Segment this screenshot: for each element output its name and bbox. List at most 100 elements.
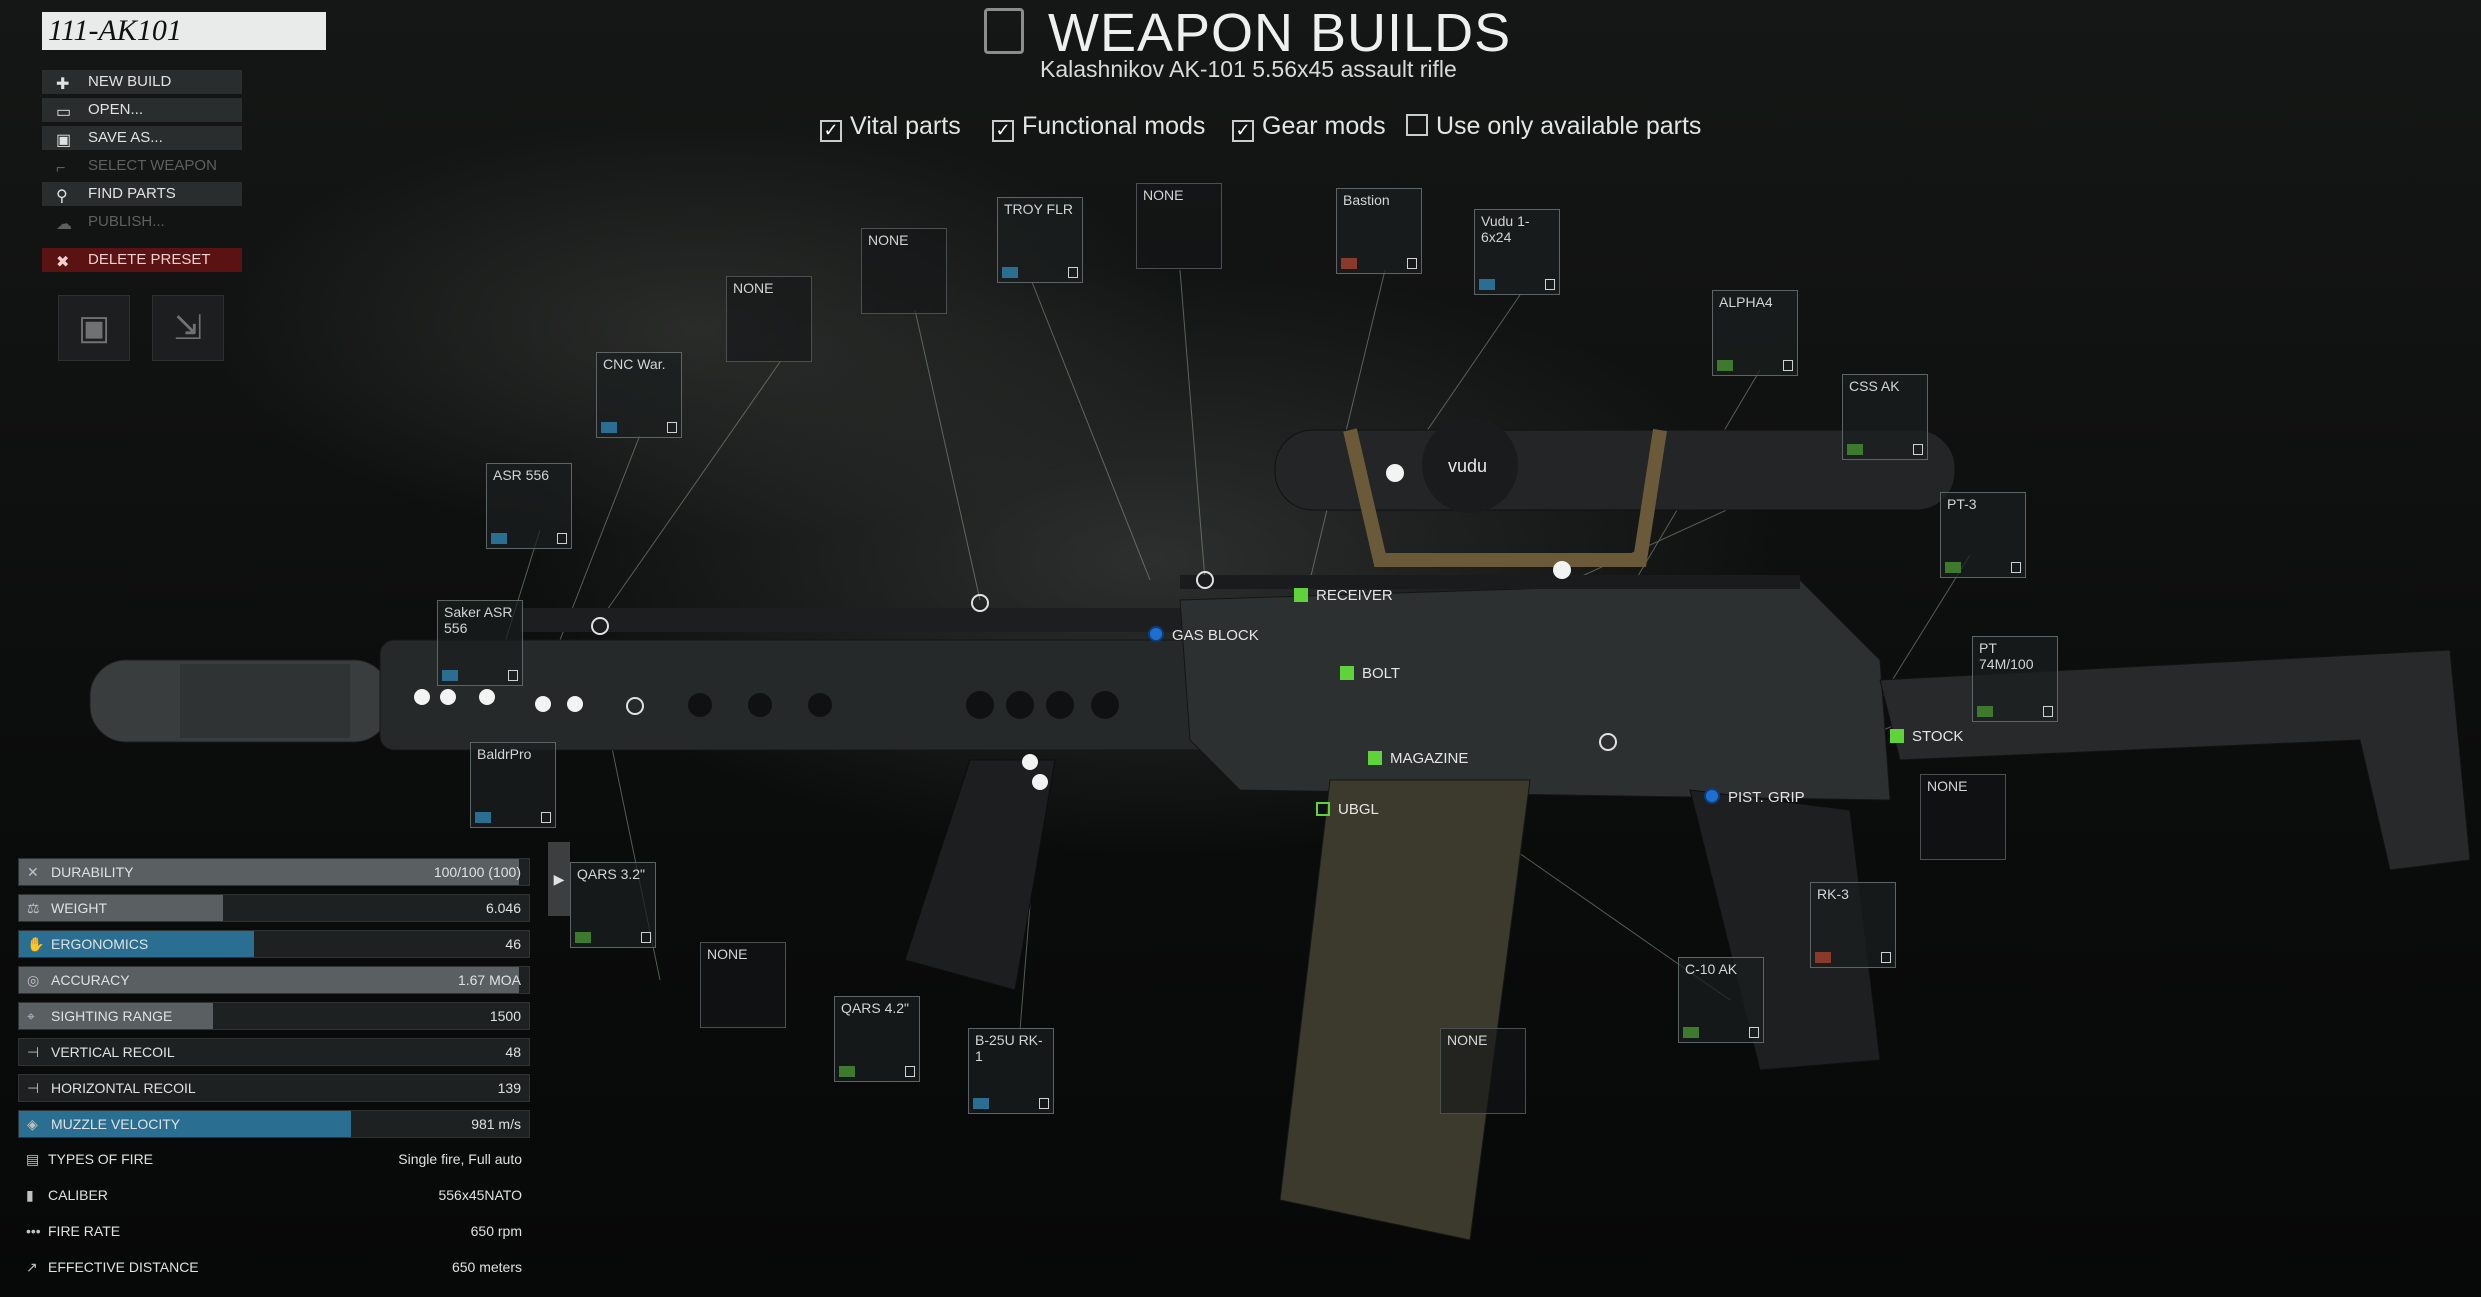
category-tag-icon xyxy=(1815,952,1831,963)
stat-accuracy: ◎ ACCURACY 1.67 MOA xyxy=(18,966,530,994)
slot-empty[interactable]: NONE xyxy=(1136,183,1222,269)
mount-label-ubgl[interactable]: UBGL xyxy=(1316,801,1379,818)
target-icon: ◎ xyxy=(27,972,40,988)
slot-empty[interactable]: NONE xyxy=(726,276,812,362)
slot-lock-icon xyxy=(1068,267,1078,278)
receiver-shape xyxy=(1179,579,1891,801)
category-tag-icon xyxy=(1341,258,1357,269)
slot-lock-icon xyxy=(1783,360,1793,371)
category-tag-icon xyxy=(973,1098,989,1109)
category-tag-icon xyxy=(1717,360,1733,371)
category-tag-icon xyxy=(1002,267,1018,278)
fire-rate-icon: ••• xyxy=(26,1223,41,1239)
category-tag-icon xyxy=(1945,562,1961,573)
recoil-icon: ⊣ xyxy=(27,1080,40,1096)
mount-point-icon xyxy=(1340,666,1354,680)
mount-point-icon xyxy=(1316,802,1330,816)
category-tag-icon xyxy=(442,670,458,681)
fire-mode-icon: ▤ xyxy=(26,1151,40,1167)
category-tag-icon xyxy=(601,422,617,433)
slot-alpha4[interactable]: ALPHA4 xyxy=(1712,290,1798,376)
recoil-icon: ⊣ xyxy=(27,1044,40,1060)
stat-caliber: ▮ CALIBER 556x45NATO xyxy=(18,1182,530,1210)
stat-weight: ⚖ WEIGHT 6.046 xyxy=(18,894,530,922)
stat-bar xyxy=(19,895,223,921)
slot-rk-3[interactable]: RK-3 xyxy=(1810,882,1896,968)
mount-label-magazine[interactable]: MAGAZINE xyxy=(1368,750,1468,767)
slot-empty[interactable]: NONE xyxy=(700,942,786,1028)
slot-lock-icon xyxy=(1407,258,1417,269)
mount-label-stock[interactable]: STOCK xyxy=(1890,728,1963,745)
mount-point-icon xyxy=(1368,751,1382,765)
magazine-shape xyxy=(1279,779,1531,1241)
crosshair-icon: ⌖ xyxy=(27,1008,35,1024)
slot-empty[interactable]: NONE xyxy=(1920,774,2006,860)
slot-c-10-ak[interactable]: C-10 AK xyxy=(1678,957,1764,1043)
slot-lock-icon xyxy=(557,533,567,544)
wrench-icon: ✕ xyxy=(27,864,39,880)
category-tag-icon xyxy=(1977,706,1993,717)
mount-label-receiver[interactable]: RECEIVER xyxy=(1294,587,1393,604)
chevron-right-icon: ▶ xyxy=(553,871,565,887)
category-tag-icon xyxy=(1479,279,1495,290)
stat-sighting-range: ⌖ SIGHTING RANGE 1500 xyxy=(18,1002,530,1030)
slot-mount-bastion[interactable]: Bastion xyxy=(1336,188,1422,274)
slot-b-25u-rk-1[interactable]: B-25U RK-1 xyxy=(968,1028,1054,1114)
distance-icon: ↗ xyxy=(26,1259,38,1275)
slot-lock-icon xyxy=(1039,1098,1049,1109)
slot-lock-icon xyxy=(1545,279,1555,290)
slot-tactical-troy-flr[interactable]: TROY FLR xyxy=(997,197,1083,283)
mount-label-bolt[interactable]: BOLT xyxy=(1340,665,1400,682)
mount-point-icon xyxy=(1294,588,1308,602)
slot-lock-icon xyxy=(2011,562,2021,573)
slot-lock-icon xyxy=(1913,444,1923,455)
velocity-icon: ◈ xyxy=(27,1116,38,1132)
stat-durability: ✕ DURABILITY 100/100 (100) xyxy=(18,858,530,886)
slot-css-ak[interactable]: CSS AK xyxy=(1842,374,1928,460)
mount-point-icon xyxy=(1890,729,1904,743)
slot-empty[interactable]: NONE xyxy=(861,228,947,314)
category-tag-icon xyxy=(475,812,491,823)
slot-lock-icon xyxy=(905,1066,915,1077)
foregrip-shape xyxy=(904,759,1056,991)
stat-horizontal-recoil: ⊣ HORIZONTAL RECOIL 139 xyxy=(18,1074,530,1102)
slot-lock-icon xyxy=(508,670,518,681)
stat-effective-distance: ↗ EFFECTIVE DISTANCE 650 meters xyxy=(18,1254,530,1282)
category-tag-icon xyxy=(839,1066,855,1077)
slot-lock-icon xyxy=(1881,952,1891,963)
slot-lock-icon xyxy=(541,812,551,823)
slot-pt-74m[interactable]: PT 74M/100 xyxy=(1972,636,2058,722)
stat-ergonomics: ✋ ERGONOMICS 46 xyxy=(18,930,530,958)
scope-brand: vudu xyxy=(1448,456,1487,476)
slot-empty[interactable]: NONE xyxy=(1440,1028,1526,1114)
stat-muzzle-velocity: ◈ MUZZLE VELOCITY 981 m/s xyxy=(18,1110,530,1138)
category-tag-icon xyxy=(575,932,591,943)
mount-label-pistol-grip[interactable]: PIST. GRIP xyxy=(1704,788,1805,806)
stat-types-of-fire: ▤ TYPES OF FIRE Single fire, Full auto xyxy=(18,1146,530,1174)
mount-label-gas-block[interactable]: GAS BLOCK xyxy=(1148,626,1259,644)
slot-scope-vudu[interactable]: Vudu 1-6x24 xyxy=(1474,209,1560,295)
category-tag-icon xyxy=(491,533,507,544)
slot-pt-3[interactable]: PT-3 xyxy=(1940,492,2026,578)
caliber-icon: ▮ xyxy=(26,1187,34,1203)
slot-asr-556[interactable]: ASR 556 xyxy=(486,463,572,549)
stats-collapse-toggle[interactable]: ▶ xyxy=(548,842,570,916)
weapon-stats-panel: ✕ DURABILITY 100/100 (100) ⚖ WEIGHT 6.046 ✋ E… xyxy=(18,858,530,1290)
slot-lock-icon xyxy=(641,932,651,943)
category-tag-icon xyxy=(1683,1027,1699,1038)
hand-icon: ✋ xyxy=(27,936,45,952)
slot-cnc-warrior[interactable]: CNC War. xyxy=(596,352,682,438)
stat-vertical-recoil: ⊣ VERTICAL RECOIL 48 xyxy=(18,1038,530,1066)
slot-lock-icon xyxy=(1749,1027,1759,1038)
slot-baldr-pro[interactable]: BaldrPro xyxy=(470,742,556,828)
stat-fire-rate: ••• FIRE RATE 650 rpm xyxy=(18,1218,530,1246)
slot-saker-asr-556[interactable]: Saker ASR 556 xyxy=(437,600,523,686)
slot-qars-3-2[interactable]: QARS 3.2" xyxy=(570,862,656,948)
category-tag-icon xyxy=(1847,444,1863,455)
mount-point-icon xyxy=(1704,788,1720,804)
slot-qars-4-2[interactable]: QARS 4.2" xyxy=(834,996,920,1082)
slot-lock-icon xyxy=(2043,706,2053,717)
weight-icon: ⚖ xyxy=(27,900,40,916)
slot-lock-icon xyxy=(667,422,677,433)
mount-point-icon xyxy=(1148,626,1164,642)
